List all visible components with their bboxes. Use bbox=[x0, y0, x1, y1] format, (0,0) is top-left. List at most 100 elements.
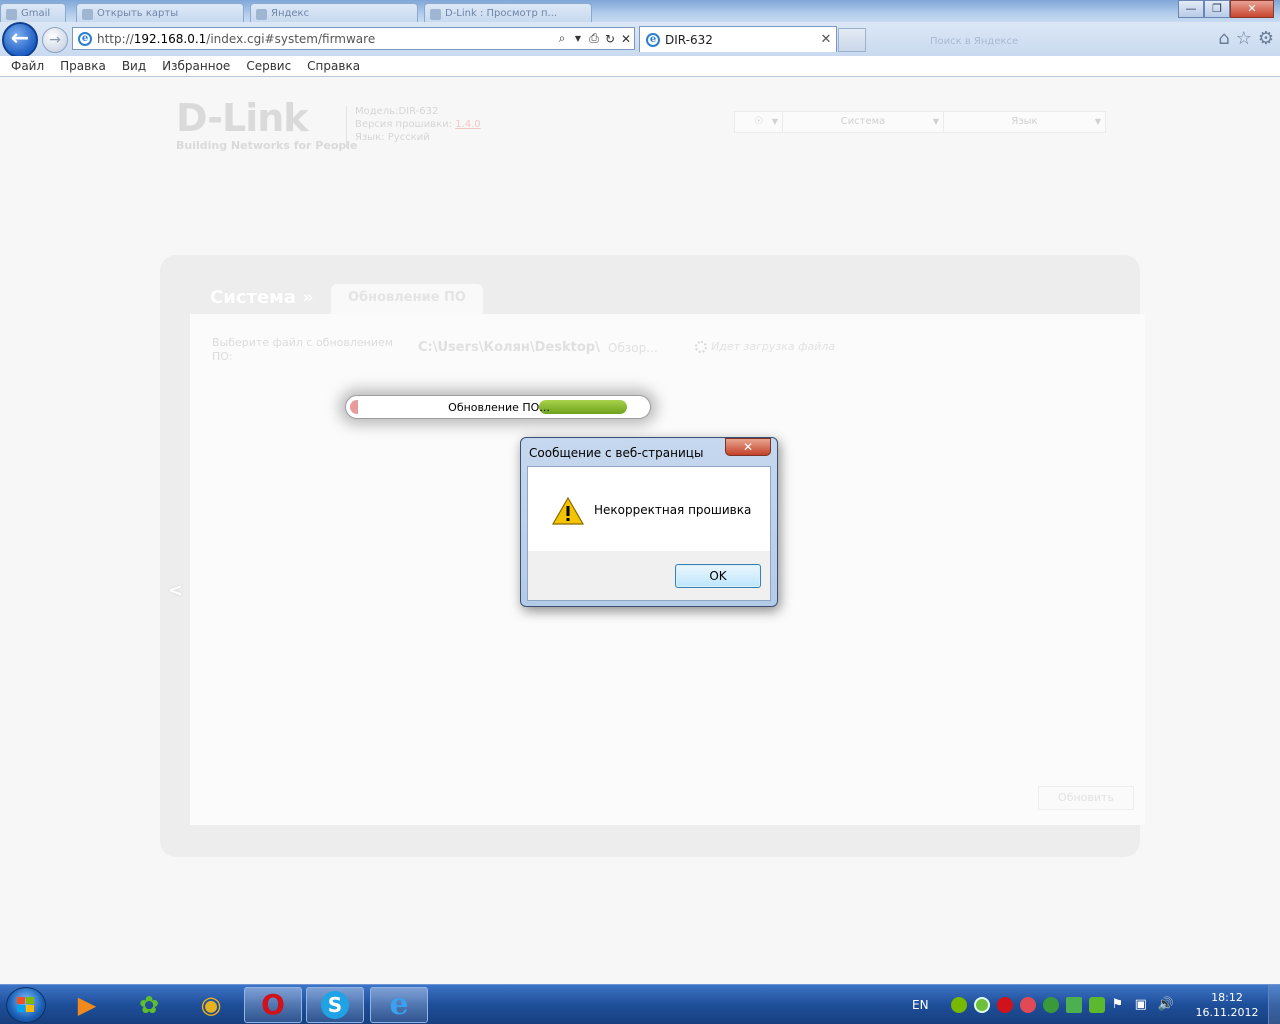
device-info: Модель:DIR-632 Версия прошивки: 1.4.0 Яз… bbox=[355, 105, 481, 144]
language-dropdown[interactable]: Язык ▼ bbox=[944, 112, 1105, 132]
language-info: Язык: Русский bbox=[355, 132, 430, 143]
chevron-down-icon: ▼ bbox=[771, 117, 778, 126]
nvidia-tray-icon[interactable] bbox=[950, 997, 967, 1013]
active-tab[interactable]: e DIR-632 ✕ bbox=[639, 26, 837, 52]
ok-button[interactable]: OK bbox=[675, 564, 761, 588]
favorites-star-icon[interactable]: ☆ bbox=[1236, 28, 1252, 49]
skype-icon: S bbox=[321, 991, 349, 1019]
chat-tray-icon[interactable] bbox=[1088, 997, 1105, 1013]
green-circle-tray-icon[interactable] bbox=[973, 997, 990, 1013]
menu-file[interactable]: Файл bbox=[3, 56, 52, 76]
menu-tools[interactable]: Сервис bbox=[238, 56, 299, 76]
dialog-message: Некорректная прошивка bbox=[594, 503, 752, 517]
update-button[interactable]: Обновить bbox=[1038, 786, 1134, 810]
warning-icon bbox=[552, 497, 584, 525]
firmware-version-link[interactable]: 1.4.0 bbox=[455, 119, 480, 130]
hint-dropdown[interactable]: ☉ ▼ bbox=[735, 112, 783, 132]
url-path: /index.cgi#system/firmware bbox=[206, 31, 376, 46]
taskbar: ▶ ✿ ◉ O S e EN ⚑ ▣ 🔊 18:12 16.11.2012 bbox=[0, 984, 1280, 1024]
network-icon[interactable]: ▣ bbox=[1135, 997, 1151, 1013]
tab-label: Яндекс bbox=[271, 8, 310, 19]
window-close-button[interactable]: ✕ bbox=[1230, 0, 1274, 18]
start-button[interactable] bbox=[6, 987, 46, 1023]
router-top-controls: ☉ ▼ Система ▼ Язык ▼ bbox=[734, 111, 1106, 133]
dlink-logo: D-Link Building Networks for People bbox=[176, 99, 357, 152]
taskbar-opera[interactable]: O bbox=[244, 987, 302, 1023]
utorrent-tray-icon[interactable] bbox=[1042, 997, 1059, 1013]
media-player-icon: ▶ bbox=[77, 991, 97, 1019]
address-bar[interactable]: e http://192.168.0.1/index.cgi#system/fi… bbox=[72, 27, 635, 50]
ie-page-icon: e bbox=[78, 31, 92, 46]
system-dropdown-label: Система bbox=[840, 116, 886, 127]
menu-view[interactable]: Вид bbox=[114, 56, 154, 76]
upload-status-text: Идет загрузка файла bbox=[711, 340, 836, 353]
menu-bar: Файл Правка Вид Избранное Сервис Справка bbox=[0, 56, 1280, 77]
opera-tray-icon[interactable] bbox=[996, 997, 1013, 1013]
action-center-flag-icon[interactable]: ⚑ bbox=[1112, 997, 1128, 1013]
home-icon[interactable]: ⌂ bbox=[1218, 28, 1229, 49]
refresh-icon[interactable]: ↻ bbox=[602, 32, 618, 46]
taskbar-skype[interactable]: S bbox=[306, 987, 364, 1023]
mail-agent-tray-icon[interactable] bbox=[1019, 997, 1036, 1013]
volume-icon[interactable]: 🔊 bbox=[1158, 997, 1174, 1013]
language-indicator[interactable]: EN bbox=[912, 998, 929, 1012]
dialog-close-button[interactable]: ✕ bbox=[725, 438, 771, 456]
file-path-field[interactable]: C:\Users\Колян\Desktop\ bbox=[418, 340, 600, 355]
minimize-button[interactable]: — bbox=[1178, 0, 1204, 18]
progress-label: Обновление ПО... bbox=[448, 401, 550, 414]
window-controls: — ❐ ✕ bbox=[1178, 0, 1274, 18]
tab-label: D-Link : Просмотр п... bbox=[445, 8, 558, 19]
yandex-search-hint: Поиск в Яндексе bbox=[930, 36, 1019, 47]
header-divider bbox=[346, 106, 347, 148]
menu-favorites[interactable]: Избранное bbox=[154, 56, 238, 76]
clock-date: 16.11.2012 bbox=[1195, 1006, 1259, 1019]
show-desktop-button[interactable] bbox=[1268, 985, 1280, 1024]
language-dropdown-label: Язык bbox=[1011, 116, 1038, 127]
dialog-content: Некорректная прошивка OK bbox=[527, 466, 771, 601]
logo-tagline: Building Networks for People bbox=[176, 139, 358, 152]
forward-button[interactable]: → bbox=[42, 27, 68, 53]
navigation-bar: ← → e http://192.168.0.1/index.cgi#syste… bbox=[0, 22, 1280, 58]
chevron-left-icon[interactable]: < bbox=[168, 580, 183, 601]
url-text[interactable]: http://192.168.0.1/index.cgi#system/firm… bbox=[97, 32, 554, 46]
arrow-right-icon: → bbox=[49, 32, 61, 48]
upload-status: Идет загрузка файла bbox=[695, 340, 835, 353]
clock[interactable]: 18:12 16.11.2012 bbox=[1192, 990, 1262, 1020]
taskbar-icq[interactable]: ✿ bbox=[120, 987, 178, 1023]
chevron-down-icon: ▼ bbox=[1094, 117, 1101, 126]
chevron-down-icon: ▼ bbox=[932, 117, 939, 126]
compat-view-icon[interactable]: ⎙ bbox=[586, 31, 602, 46]
taskbar-internet-explorer[interactable]: e bbox=[370, 987, 428, 1023]
maximize-button[interactable]: ❐ bbox=[1204, 0, 1230, 18]
internet-explorer-icon: e bbox=[389, 987, 409, 1022]
taskbar-media-player[interactable]: ▶ bbox=[58, 987, 116, 1023]
browser-toolbar-icons: ⌂ ☆ ⚙ bbox=[1218, 28, 1274, 49]
menu-help[interactable]: Справка bbox=[299, 56, 368, 76]
download-tray-icon[interactable] bbox=[1065, 997, 1082, 1013]
tab-firmware-update[interactable]: Обновление ПО bbox=[331, 284, 483, 314]
device-model: Модель:DIR-632 bbox=[355, 106, 439, 117]
system-dropdown[interactable]: Система ▼ bbox=[783, 112, 944, 132]
taskbar-chrome[interactable]: ◉ bbox=[182, 987, 240, 1023]
browse-button[interactable]: Обзор... bbox=[608, 341, 658, 355]
tab-close-button[interactable]: ✕ bbox=[816, 32, 836, 47]
arrow-left-icon: ← bbox=[10, 26, 30, 51]
menu-edit[interactable]: Правка bbox=[52, 56, 114, 76]
tab-favicon bbox=[6, 9, 17, 20]
chevron-down-icon[interactable]: ▼ bbox=[570, 34, 586, 43]
spinner-icon bbox=[695, 341, 707, 353]
icq-flower-icon: ✿ bbox=[138, 991, 160, 1019]
settings-gear-icon[interactable]: ⚙ bbox=[1258, 28, 1274, 49]
back-button[interactable]: ← bbox=[2, 22, 38, 58]
firmware-progress-bar: Обновление ПО... bbox=[345, 395, 651, 419]
search-icon[interactable]: ⌕ bbox=[554, 31, 570, 46]
new-tab-button[interactable] bbox=[838, 28, 866, 52]
message-dialog: Сообщение с веб-страницы ✕ Некорректная … bbox=[520, 437, 778, 607]
stop-icon[interactable]: ✕ bbox=[618, 32, 634, 46]
tab-favicon bbox=[82, 9, 93, 20]
panel-title[interactable]: Система » bbox=[210, 287, 314, 308]
lightbulb-icon: ☉ bbox=[754, 116, 763, 127]
clock-time: 18:12 bbox=[1211, 991, 1243, 1004]
tab-label: Gmail bbox=[21, 8, 51, 19]
opera-icon: O bbox=[261, 988, 285, 1021]
